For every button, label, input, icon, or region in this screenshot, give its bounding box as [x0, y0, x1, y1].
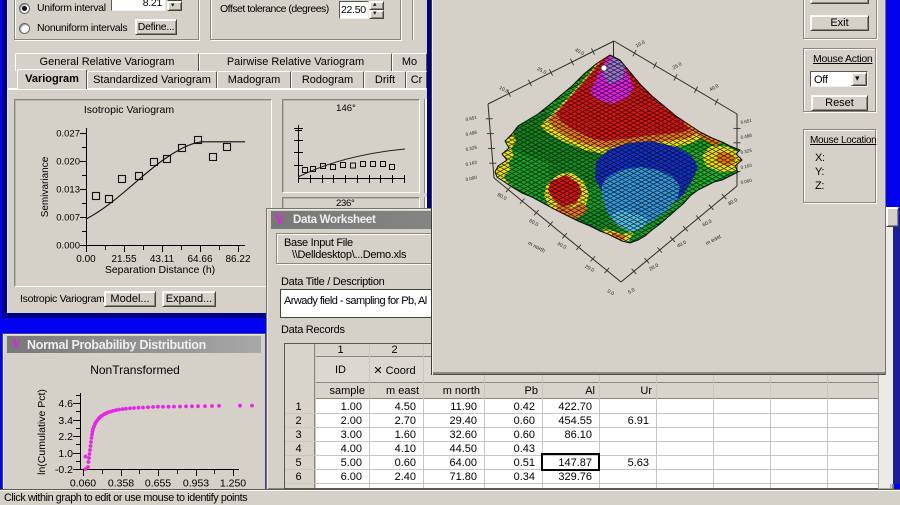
svg-text:0.651: 0.651	[740, 118, 753, 125]
svg-text:0.060: 0.060	[70, 478, 96, 489]
svg-text:80.0: 80.0	[727, 197, 739, 207]
svg-text:m east: m east	[705, 234, 723, 247]
svg-text:80.0: 80.0	[496, 192, 508, 202]
svg-text:ln(Cumulative Pct): ln(Cumulative Pct)	[36, 389, 48, 475]
svg-text:Semivariance: Semivariance	[40, 156, 51, 217]
svg-text:0.000: 0.000	[56, 241, 80, 252]
svg-text:86.22: 86.22	[225, 254, 250, 265]
svg-text:0.488: 0.488	[740, 133, 753, 140]
svg-text:40.0: 40.0	[556, 241, 568, 251]
svg-text:3.4: 3.4	[58, 415, 73, 427]
svg-text:0.000: 0.000	[465, 175, 478, 182]
svg-text:20.0: 20.0	[648, 263, 660, 273]
svg-text:40.0: 40.0	[574, 47, 586, 57]
svg-text:10.0: 10.0	[498, 85, 510, 95]
svg-text:25.0: 25.0	[672, 61, 684, 71]
svg-text:-0.2: -0.2	[55, 464, 73, 476]
svg-text:0.013: 0.013	[56, 185, 80, 196]
svg-text:60.0: 60.0	[702, 218, 714, 228]
svg-text:2.2: 2.2	[58, 431, 73, 443]
svg-text:0.655: 0.655	[145, 478, 171, 489]
svg-text:40.0: 40.0	[709, 83, 721, 93]
svg-text:NonTransformed: NonTransformed	[90, 363, 180, 377]
svg-text:0.163: 0.163	[465, 160, 478, 167]
svg-text:4.6: 4.6	[58, 398, 73, 410]
svg-text:Separation Distance (h): Separation Distance (h)	[105, 264, 215, 276]
svg-text:5.0: 5.0	[627, 287, 636, 296]
svg-text:m north: m north	[527, 240, 546, 254]
svg-text:0.488: 0.488	[465, 130, 478, 137]
svg-text:0.358: 0.358	[108, 478, 134, 489]
svg-text:0.325: 0.325	[740, 148, 753, 155]
svg-text:Isotropic Variogram: Isotropic Variogram	[84, 104, 175, 116]
svg-text:0.953: 0.953	[183, 478, 209, 489]
svg-text:0.00: 0.00	[76, 254, 96, 265]
svg-text:25.0: 25.0	[536, 66, 548, 76]
svg-text:0.325: 0.325	[465, 145, 478, 152]
svg-text:0.000: 0.000	[740, 178, 753, 185]
svg-text:0.027: 0.027	[56, 129, 80, 140]
svg-text:1.250: 1.250	[220, 478, 246, 489]
svg-text:40.0: 40.0	[676, 240, 688, 250]
svg-text:10.0: 10.0	[635, 39, 647, 49]
svg-text:0.007: 0.007	[56, 213, 80, 224]
svg-text:0.020: 0.020	[56, 157, 80, 168]
svg-text:146°: 146°	[336, 103, 356, 114]
svg-text:0.651: 0.651	[465, 115, 478, 122]
svg-text:0.163: 0.163	[740, 163, 753, 170]
svg-text:0.0: 0.0	[606, 288, 615, 297]
svg-text:20.0: 20.0	[584, 264, 596, 274]
svg-text:1.0: 1.0	[58, 448, 73, 460]
svg-text:60.0: 60.0	[528, 218, 540, 228]
